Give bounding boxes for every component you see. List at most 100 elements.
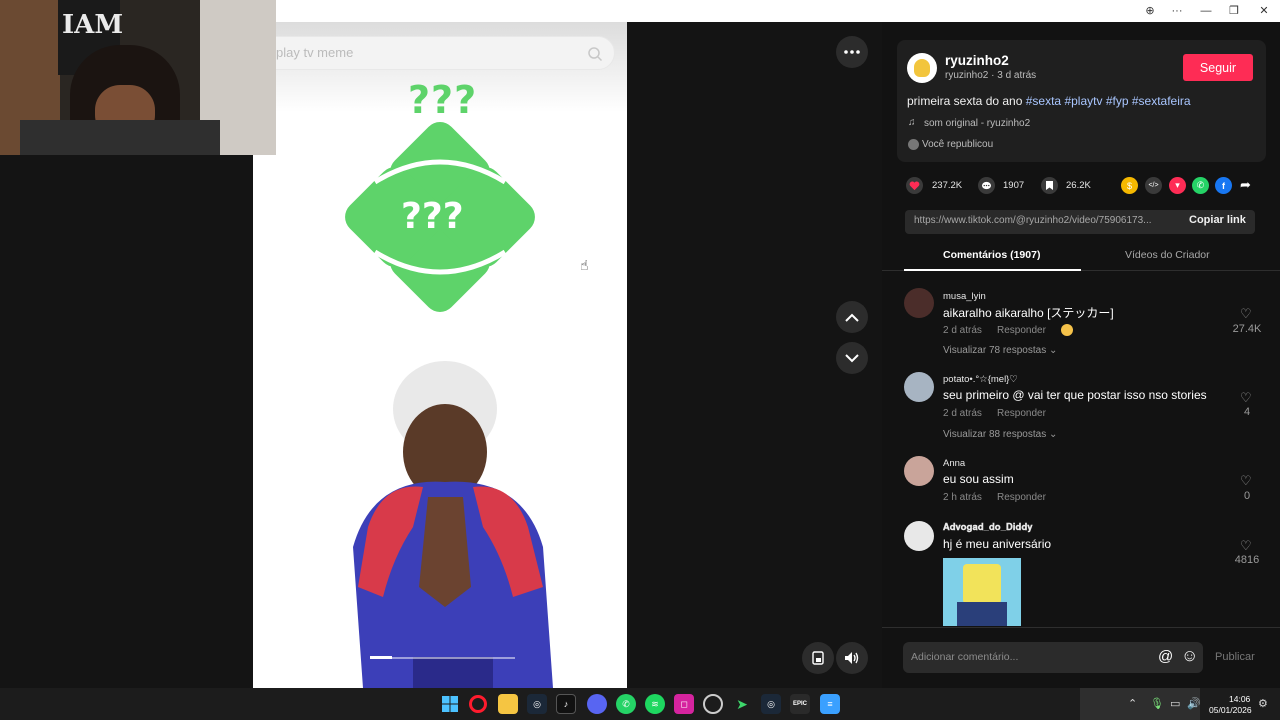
emoji-icon[interactable]: ☺ (1181, 646, 1198, 666)
view-replies-button[interactable]: Visualizar 78 respostas ⌄ (943, 345, 1057, 356)
comment-avatar[interactable] (904, 456, 934, 486)
comment-username[interactable]: musa_lyin (943, 291, 986, 302)
facebook-icon[interactable]: f (1215, 177, 1232, 194)
network-icon[interactable]: ▭ (1170, 697, 1180, 710)
picture-in-picture-icon (812, 651, 824, 665)
author-username[interactable]: ryuzinho2 (945, 53, 1009, 68)
comment-like-icon[interactable]: ♡ (1240, 306, 1252, 322)
comment-text: seu primeiro @ vai ter que postar isso n… (943, 388, 1207, 402)
bookmark-icon (1046, 181, 1053, 190)
search-icon[interactable] (587, 46, 603, 62)
comment-avatar[interactable] (904, 288, 934, 318)
more-button[interactable] (836, 36, 868, 68)
chevron-up-icon (845, 313, 859, 322)
caption-text: primeira sexta do ano (907, 94, 1023, 108)
close-button[interactable]: ✕ (1253, 3, 1275, 19)
chrome-like-icon[interactable] (703, 694, 723, 714)
volume-icon (845, 652, 859, 664)
zoom-icon[interactable]: ⊕ (1139, 3, 1161, 19)
comment-button[interactable] (978, 177, 995, 194)
video-player[interactable]: ??? ??? (253, 22, 627, 688)
comment-input[interactable]: Adicionar comentário... (911, 651, 1018, 663)
video-link[interactable]: https://www.tiktok.com/@ryuzinho2/video/… (914, 215, 1176, 226)
follow-button[interactable]: Seguir (1183, 54, 1253, 81)
hashtag-playtv[interactable]: #playtv (1064, 94, 1102, 108)
music-note-icon: ♫ (908, 117, 916, 128)
minimize-button[interactable]: — (1195, 3, 1217, 19)
notepad-icon[interactable]: ≡ (820, 694, 840, 714)
launcher-icon[interactable]: ➤ (732, 694, 752, 714)
tray-chevron-icon[interactable]: ⌃ (1128, 697, 1137, 710)
webcam-desk (20, 120, 220, 155)
coin-share-icon[interactable]: $ (1121, 177, 1138, 194)
notifications-icon[interactable]: ⚙ (1258, 697, 1268, 710)
embed-icon[interactable]: </> (1145, 177, 1162, 194)
whatsapp-taskbar-icon[interactable]: ✆ (616, 694, 636, 714)
author-avatar[interactable] (907, 53, 937, 83)
reposted-label: Você republicou (922, 139, 994, 150)
tiktok-icon[interactable]: ♪ (556, 694, 576, 714)
speaker-icon[interactable]: 🔊 (1187, 697, 1201, 710)
hashtag-fyp[interactable]: #fyp (1106, 94, 1129, 108)
webcam-overlay: IAM (0, 0, 276, 155)
input-divider (882, 627, 1280, 628)
search-input[interactable]: play tv meme (276, 45, 353, 60)
post-caption: primeira sexta do ano #sexta #playtv #fy… (907, 94, 1191, 108)
music-label[interactable]: som original - ryuzinho2 (924, 118, 1030, 129)
comment-text: hj é meu aniversário (943, 537, 1052, 551)
repost-avatar-icon (908, 139, 919, 150)
reply-button[interactable]: Responder (997, 408, 1046, 419)
mention-icon[interactable]: @ (1158, 648, 1173, 665)
comment-like-count: 4 (1243, 406, 1251, 418)
hashtag-sextafeira[interactable]: #sextafeira (1132, 94, 1191, 108)
question-marks-top: ??? (408, 78, 478, 122)
windows-start-icon[interactable] (440, 694, 460, 714)
spotify-icon[interactable]: ≋ (645, 694, 665, 714)
pip-button[interactable] (802, 642, 834, 674)
ellipsis-icon (844, 50, 860, 54)
whatsapp-icon[interactable]: ✆ (1192, 177, 1209, 194)
comment-avatar[interactable] (904, 521, 934, 551)
video-progress-fill (370, 656, 392, 659)
restore-button[interactable]: ❐ (1223, 3, 1245, 19)
tab-creator-videos[interactable]: Vídeos do Criador (1125, 249, 1210, 261)
like-button[interactable] (906, 177, 923, 194)
reply-button[interactable]: Responder (997, 492, 1046, 503)
comment-like-icon[interactable]: ♡ (1240, 473, 1252, 489)
send-icon[interactable]: ▾ (1169, 177, 1186, 194)
opera-icon[interactable] (469, 695, 487, 713)
hashtag-sexta[interactable]: #sexta (1026, 94, 1061, 108)
instagram-icon[interactable]: ◻ (674, 694, 694, 714)
more-options-icon[interactable]: ··· (1166, 3, 1188, 19)
save-button[interactable] (1041, 177, 1058, 194)
file-explorer-icon[interactable] (498, 694, 518, 714)
copy-link-button[interactable]: Copiar link (1189, 214, 1246, 226)
comment-username[interactable]: 𝐀𝐝𝐯𝐨𝐠𝐚𝐝_𝐝𝐨_𝐃𝐢𝐝𝐝𝐲 (943, 522, 1032, 533)
clock-date[interactable]: 05/01/2026 (1209, 705, 1252, 715)
comment-time: 2 h atrás (943, 492, 982, 503)
share-arrow-icon[interactable]: ➦ (1240, 177, 1251, 193)
discord-icon[interactable] (587, 694, 607, 714)
volume-button[interactable] (836, 642, 868, 674)
comment-username[interactable]: Anna (943, 458, 965, 469)
comment-sticker-image[interactable] (943, 558, 1021, 626)
tab-comments[interactable]: Comentários (1907) (943, 249, 1040, 261)
chevron-down-icon (845, 353, 859, 362)
comment-like-icon[interactable]: ♡ (1240, 538, 1252, 554)
view-replies-button[interactable]: Visualizar 88 respostas ⌄ (943, 429, 1057, 440)
comment-avatar[interactable] (904, 372, 934, 402)
reply-button[interactable]: Responder (997, 325, 1046, 336)
steam-icon[interactable]: ◎ (527, 694, 547, 714)
next-video-button[interactable] (836, 342, 868, 374)
epic-games-icon[interactable]: EPIC (790, 694, 810, 714)
steam-icon-2[interactable]: ◎ (761, 694, 781, 714)
comment-count: 1907 (1003, 180, 1025, 191)
comment-username[interactable]: potato•.°☆{mel}♡ (943, 374, 1018, 385)
clock-time[interactable]: 14:06 (1229, 694, 1250, 704)
publish-button[interactable]: Publicar (1215, 651, 1255, 663)
person-figure (353, 361, 553, 688)
view-replies-label: Visualizar 88 respostas (943, 429, 1047, 440)
comment-like-icon[interactable]: ♡ (1240, 390, 1252, 406)
microphone-icon[interactable]: 🎙 (1150, 697, 1164, 710)
previous-video-button[interactable] (836, 301, 868, 333)
